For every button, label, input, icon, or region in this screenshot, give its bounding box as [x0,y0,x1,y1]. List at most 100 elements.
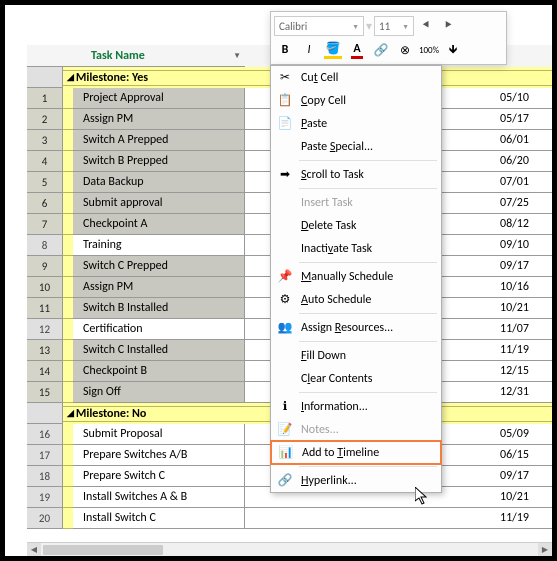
row-number[interactable]: 9 [27,256,63,277]
task-cell[interactable]: Switch C Installed [73,340,245,361]
menu-add-to-timeline[interactable]: 📊Add to Timeline [270,440,442,465]
italic-button[interactable]: I [298,40,320,60]
finish-cell[interactable]: 09/17 [496,256,552,277]
row-number[interactable]: 3 [27,130,63,151]
task-cell[interactable]: Install Switches A & B [73,487,245,508]
finish-cell[interactable]: 11/19 [496,340,552,361]
task-cell[interactable]: Data Backup [73,172,245,193]
row-number[interactable]: 15 [27,382,63,403]
task-cell[interactable]: Assign PM [73,277,245,298]
task-cell[interactable]: Submit approval [73,193,245,214]
finish-cell[interactable]: 10/21 [496,298,552,319]
row-number[interactable]: 20 [27,508,63,529]
bold-button[interactable]: B [274,40,296,60]
finish-cell[interactable]: 09/10 [496,235,552,256]
row-number[interactable]: 5 [27,172,63,193]
task-cell[interactable]: Training [73,235,245,256]
row-number[interactable]: 2 [27,109,63,130]
finish-cell[interactable]: 05/17 [496,109,552,130]
row-number[interactable]: 11 [27,298,63,319]
outline-bar [63,235,73,256]
font-color-button[interactable]: A [346,40,368,60]
task-cell[interactable]: Checkpoint A [73,214,245,235]
menu-clear-contents[interactable]: Clear Contents [271,367,441,390]
finish-cell[interactable]: 07/25 [496,193,552,214]
information-icon: ℹ [277,399,293,415]
percent-icon[interactable]: 100% [418,40,440,60]
task-cell[interactable]: Assign PM [73,109,245,130]
font-size-select[interactable]: 11▼ [374,16,414,36]
menu-auto-schedule[interactable]: ⚙Auto Schedule [271,288,441,311]
task-cell[interactable]: Prepare Switch C [73,466,245,487]
collapse-triangle-icon[interactable]: ◢ [67,72,74,83]
row-number[interactable]: 10 [27,277,63,298]
link-icon[interactable]: 🔗 [370,40,392,60]
menu-fill-down[interactable]: Fill Down [271,344,441,367]
task-name-header[interactable]: Task Name ▼ [27,45,245,67]
expand-icon[interactable]: 🡻 [442,40,464,60]
row-number[interactable]: 16 [27,424,63,445]
menu-cut-cell[interactable]: ✂Cut Cell [271,66,441,89]
task-cell[interactable]: Checkpoint B [73,361,245,382]
finish-cell[interactable]: 12/15 [496,361,552,382]
menu-information[interactable]: ℹInformation... [271,395,441,418]
finish-cell[interactable]: 07/01 [496,172,552,193]
menu-assign-resources[interactable]: 👥Assign Resources... [271,316,441,339]
font-name-select[interactable]: Calibri▼ [274,16,364,36]
menu-manual-schedule[interactable]: 📌Manually Schedule [271,265,441,288]
finish-cell[interactable]: 11/19 [496,508,552,529]
finish-cell[interactable]: 08/12 [496,214,552,235]
row-number[interactable]: 12 [27,319,63,340]
menu-copy-cell[interactable]: 📋Copy Cell [271,89,441,112]
finish-cell[interactable]: 12/31 [496,382,552,403]
task-cell[interactable]: Sign Off [73,382,245,403]
indent-icon[interactable]: ⯈ [438,16,458,36]
scroll-right-icon[interactable]: ▶ [538,543,552,557]
task-cell[interactable]: Switch B Installed [73,298,245,319]
row-number[interactable]: 18 [27,466,63,487]
row-number[interactable]: 7 [27,214,63,235]
task-cell[interactable]: Switch B Prepped [73,151,245,172]
menu-scroll-to-task[interactable]: ➡Scroll to Task [271,163,441,186]
finish-cell[interactable]: 10/16 [496,277,552,298]
fill-color-button[interactable]: 🪣 [322,40,344,60]
row-number[interactable]: 17 [27,445,63,466]
row-number[interactable]: 14 [27,361,63,382]
dropdown-arrow-icon[interactable]: ▼ [233,51,241,61]
menu-inactivate-task[interactable]: Inactivate Task [271,237,441,260]
finish-cell[interactable]: 05/09 [496,424,552,445]
row-number[interactable]: 1 [27,88,63,109]
horizontal-scrollbar[interactable]: ◀ ▶ [27,542,552,556]
scroll-thumb[interactable] [43,545,163,555]
menu-paste-special[interactable]: Paste Special... [271,135,441,158]
scroll-left-icon[interactable]: ◀ [27,543,41,557]
outdent-icon[interactable]: ⯇ [416,16,436,36]
task-cell[interactable]: Submit Proposal [73,424,245,445]
row-number[interactable]: 13 [27,340,63,361]
menu-hyperlink[interactable]: 🔗Hyperlink... [271,469,441,492]
menu-label: Manually Schedule [301,270,393,284]
task-cell[interactable]: Prepare Switches A/B [73,445,245,466]
menu-label: Paste [301,117,327,131]
finish-cell[interactable]: 06/15 [496,445,552,466]
task-cell[interactable]: Certification [73,319,245,340]
finish-cell[interactable]: 11/07 [496,319,552,340]
task-cell[interactable]: Switch C Prepped [73,256,245,277]
row-number[interactable]: 8 [27,235,63,256]
task-cell[interactable]: Switch A Prepped [73,130,245,151]
finish-cell[interactable]: 10/21 [496,487,552,508]
menu-delete-task[interactable]: Delete Task [271,214,441,237]
row-number[interactable]: 4 [27,151,63,172]
row-number[interactable]: 19 [27,487,63,508]
finish-cell[interactable]: 09/17 [496,466,552,487]
task-cell[interactable]: Project Approval [73,88,245,109]
collapse-triangle-icon[interactable]: ◢ [67,408,74,419]
menu-notes: 📝Notes... [271,418,441,441]
task-cell[interactable]: Install Switch C [73,508,245,529]
finish-cell[interactable]: 05/10 [496,88,552,109]
finish-cell[interactable]: 06/20 [496,151,552,172]
row-number[interactable]: 6 [27,193,63,214]
menu-paste[interactable]: 📄Paste [271,112,441,135]
finish-cell[interactable]: 06/01 [496,130,552,151]
unlink-icon[interactable]: ⊗ [394,40,416,60]
